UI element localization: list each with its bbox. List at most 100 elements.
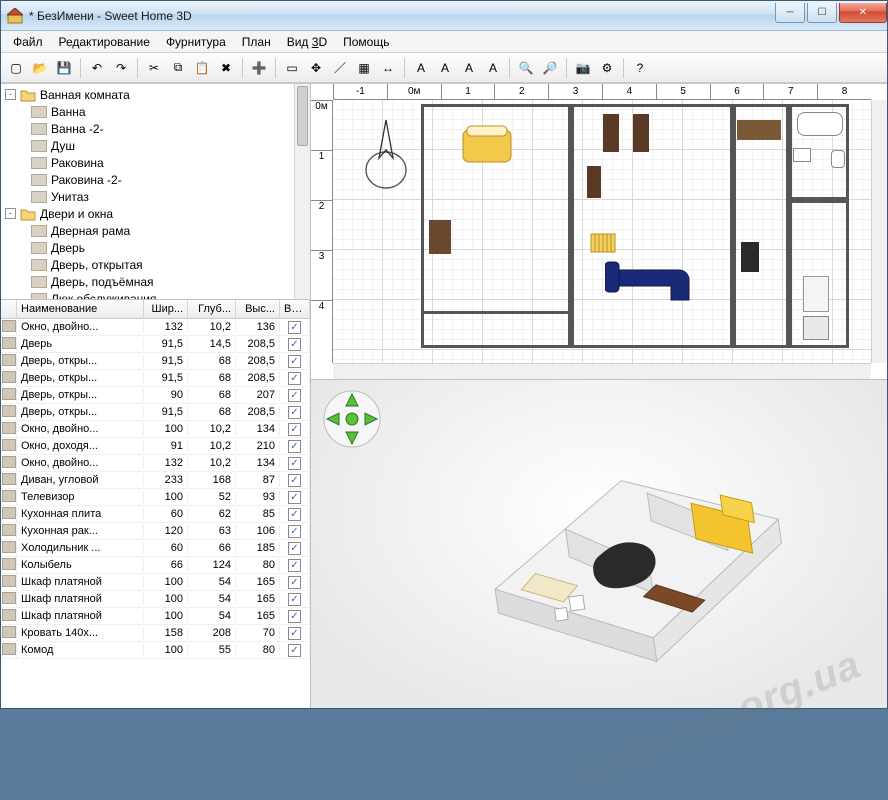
text-it-button[interactable]: A — [434, 57, 456, 79]
furniture-tv[interactable] — [741, 242, 759, 272]
help-button[interactable]: ? — [629, 57, 651, 79]
plan-view[interactable]: -10м12345678 0м1234 — [311, 84, 887, 380]
col-header[interactable]: Наименование — [17, 300, 144, 318]
catalog-item[interactable]: Ванна -2- — [1, 120, 294, 137]
visible-checkbox[interactable]: ✓ — [288, 474, 301, 487]
furniture-dresser[interactable] — [429, 220, 451, 254]
furniture-table[interactable]: НаименованиеШир...Глуб...Выс...Ви... Окн… — [1, 300, 310, 708]
paste-button[interactable]: 📋 — [191, 57, 213, 79]
redo-button[interactable]: ↷ — [110, 57, 132, 79]
col-header[interactable]: Выс... — [236, 300, 280, 318]
visible-checkbox[interactable]: ✓ — [288, 576, 301, 589]
col-header[interactable]: Шир... — [144, 300, 188, 318]
visible-checkbox[interactable]: ✓ — [288, 406, 301, 419]
table-row[interactable]: Кухонная рак...12063106✓ — [1, 523, 310, 540]
expand-icon[interactable]: - — [5, 89, 16, 100]
table-row[interactable]: Диван, угловой23316887✓ — [1, 472, 310, 489]
catalog-category[interactable]: -Ванная комната — [1, 86, 294, 103]
visible-checkbox[interactable]: ✓ — [288, 644, 301, 657]
maximize-button[interactable]: ☐ — [807, 3, 837, 23]
table-row[interactable]: Окно, двойно...13210,2136✓ — [1, 319, 310, 336]
furniture-sink[interactable] — [793, 148, 811, 162]
col-header[interactable]: Ви... — [280, 300, 310, 318]
dimension-button[interactable]: ↔ — [377, 57, 399, 79]
col-header[interactable]: Глуб... — [188, 300, 236, 318]
view-3d[interactable]: biblprog.org.ua — [311, 380, 887, 708]
catalog-item[interactable]: Душ — [1, 137, 294, 154]
plan-scrollbar-v[interactable] — [871, 100, 887, 363]
table-row[interactable]: Окно, доходя...9110,2210✓ — [1, 438, 310, 455]
menu-вид 3d[interactable]: Вид 3D — [279, 33, 335, 51]
furniture-catalog[interactable]: -Ванная комнатаВаннаВанна -2-ДушРаковина… — [1, 84, 310, 300]
menu-файл[interactable]: Файл — [5, 33, 51, 51]
visible-checkbox[interactable]: ✓ — [288, 627, 301, 640]
zoom-out-button[interactable]: 🔎 — [539, 57, 561, 79]
visible-checkbox[interactable]: ✓ — [288, 525, 301, 538]
catalog-category[interactable]: -Двери и окна — [1, 205, 294, 222]
wall-button[interactable]: ／ — [329, 57, 351, 79]
undo-button[interactable]: ↶ — [86, 57, 108, 79]
text-big-button[interactable]: A — [410, 57, 432, 79]
menu-редактирование[interactable]: Редактирование — [51, 33, 158, 51]
furniture-bed[interactable] — [461, 124, 513, 168]
prefs-button[interactable]: ⚙ — [596, 57, 618, 79]
minimize-button[interactable]: ─ — [775, 3, 805, 23]
add-furn-button[interactable]: ➕ — [248, 57, 270, 79]
catalog-item[interactable]: Раковина — [1, 154, 294, 171]
open-button[interactable]: 📂 — [29, 57, 51, 79]
select-button[interactable]: ▭ — [281, 57, 303, 79]
text-a-button[interactable]: A — [482, 57, 504, 79]
visible-checkbox[interactable]: ✓ — [288, 610, 301, 623]
table-row[interactable]: Окно, двойно...13210,2134✓ — [1, 455, 310, 472]
pan-button[interactable]: ✥ — [305, 57, 327, 79]
new-button[interactable]: ▢ — [5, 57, 27, 79]
table-row[interactable]: Окно, двойно...10010,2134✓ — [1, 421, 310, 438]
furniture-crib[interactable] — [589, 232, 617, 254]
visible-checkbox[interactable]: ✓ — [288, 491, 301, 504]
table-row[interactable]: Дверь91,514,5208,5✓ — [1, 336, 310, 353]
room-button[interactable]: ▦ — [353, 57, 375, 79]
table-header[interactable]: НаименованиеШир...Глуб...Выс...Ви... — [1, 300, 310, 319]
visible-checkbox[interactable]: ✓ — [288, 593, 301, 606]
navigation-control[interactable] — [323, 390, 381, 448]
table-row[interactable]: Кровать 140x...15820870✓ — [1, 625, 310, 642]
furniture-fridge[interactable] — [803, 276, 829, 312]
table-row[interactable]: Шкаф платяной10054165✓ — [1, 608, 310, 625]
table-row[interactable]: Дверь, откры...9068207✓ — [1, 387, 310, 404]
visible-checkbox[interactable]: ✓ — [288, 542, 301, 555]
cut-button[interactable]: ✂ — [143, 57, 165, 79]
catalog-item[interactable]: Дверь, открытая — [1, 256, 294, 273]
visible-checkbox[interactable]: ✓ — [288, 355, 301, 368]
table-row[interactable]: Телевизор1005293✓ — [1, 489, 310, 506]
table-row[interactable]: Дверь, откры...91,568208,5✓ — [1, 353, 310, 370]
furniture-wardrobe[interactable] — [587, 166, 601, 198]
text-bo-button[interactable]: A — [458, 57, 480, 79]
catalog-item[interactable]: Ванна — [1, 103, 294, 120]
catalog-item[interactable]: Унитаз — [1, 188, 294, 205]
furniture-toilet[interactable] — [831, 150, 845, 168]
catalog-item[interactable]: Раковина -2- — [1, 171, 294, 188]
visible-checkbox[interactable]: ✓ — [288, 372, 301, 385]
catalog-item[interactable]: Люк обслуживания — [1, 290, 294, 299]
furniture-desk[interactable] — [737, 120, 781, 140]
catalog-scrollbar[interactable] — [294, 84, 310, 299]
camera-button[interactable]: 📷 — [572, 57, 594, 79]
menu-фурнитура[interactable]: Фурнитура — [158, 33, 234, 51]
visible-checkbox[interactable]: ✓ — [288, 457, 301, 470]
zoom-in-button[interactable]: 🔍 — [515, 57, 537, 79]
visible-checkbox[interactable]: ✓ — [288, 508, 301, 521]
delete-button[interactable]: ✖ — [215, 57, 237, 79]
furniture-wardrobe[interactable] — [603, 114, 619, 152]
catalog-item[interactable]: Дверная рама — [1, 222, 294, 239]
title-bar[interactable]: * БезИмени - Sweet Home 3D ─ ☐ ✕ — [1, 1, 887, 31]
furniture-bath[interactable] — [797, 112, 843, 136]
visible-checkbox[interactable]: ✓ — [288, 423, 301, 436]
save-button[interactable]: 💾 — [53, 57, 75, 79]
furniture-sofa[interactable] — [605, 250, 703, 306]
visible-checkbox[interactable]: ✓ — [288, 440, 301, 453]
furniture-stove[interactable] — [803, 316, 829, 340]
close-button[interactable]: ✕ — [839, 3, 887, 23]
furniture-wardrobe[interactable] — [633, 114, 649, 152]
visible-checkbox[interactable]: ✓ — [288, 389, 301, 402]
table-row[interactable]: Колыбель6612480✓ — [1, 557, 310, 574]
